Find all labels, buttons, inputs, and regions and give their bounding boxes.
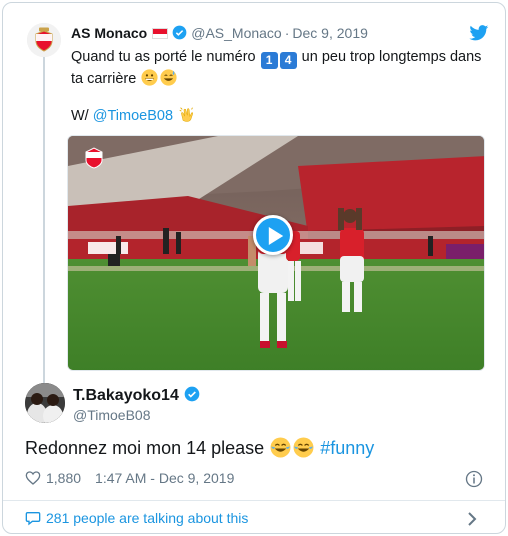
play-icon: [268, 227, 284, 245]
with-prefix: W/: [71, 108, 89, 124]
verified-badge-icon: [184, 386, 200, 402]
tweet-timestamp[interactable]: 1:47 AM - Dec 9, 2019: [95, 470, 234, 486]
parent-tweet-text: Quand tu as porté le numéro 14 un peu tr…: [71, 47, 491, 90]
tweet-text: Redonnez moi mon 14 please #funny: [25, 436, 374, 460]
tweet-author-handle[interactable]: @TimoeB08: [73, 407, 151, 423]
monaco-crest-icon: [27, 23, 61, 57]
conversation-label[interactable]: 281 people are talking about this: [46, 510, 248, 526]
thread-connector-line: [43, 55, 45, 387]
tweet-author-name[interactable]: T.Bakayoko14: [73, 386, 200, 405]
heart-icon[interactable]: [25, 470, 41, 486]
parent-author-handle[interactable]: @AS_Monaco: [191, 25, 281, 41]
twitter-bird-icon[interactable]: [469, 25, 489, 41]
hashtag-link[interactable]: #funny: [320, 438, 374, 458]
grinning-emoji-icon: [141, 69, 158, 86]
parent-text-part-1: Quand tu as porté le numéro: [71, 49, 256, 65]
footer-divider: [3, 500, 505, 501]
avatar-photo: [25, 383, 65, 423]
keycap-four-icon: 4: [279, 52, 297, 69]
sweat-smile-emoji-icon: [160, 69, 177, 86]
embedded-tweet-card: AS Monaco @AS_Monaco · Dec 9, 2019 Quand tu…: [2, 2, 506, 534]
info-icon[interactable]: [465, 470, 483, 488]
keycap-one-icon: 1: [260, 52, 278, 69]
with-mention-line: W/ @TimoeB08: [71, 106, 196, 124]
separator-dot: ·: [284, 25, 290, 41]
play-button[interactable]: [253, 215, 293, 255]
monaco-flag-icon: [152, 28, 169, 39]
chevron-right-icon[interactable]: [467, 511, 477, 527]
parent-tweet-date[interactable]: Dec 9, 2019: [292, 25, 368, 41]
monaco-avatar[interactable]: [27, 23, 61, 57]
parent-tweet-header: AS Monaco @AS_Monaco · Dec 9, 2019: [71, 25, 368, 41]
parent-author-name[interactable]: AS Monaco: [71, 25, 147, 41]
joy-emoji-icon: [270, 437, 291, 458]
author-name-text[interactable]: T.Bakayoko14: [73, 387, 179, 404]
verified-badge-icon: [172, 25, 187, 40]
conversation-link[interactable]: 281 people are talking about this: [25, 510, 248, 526]
mention-link[interactable]: @TimoeB08: [93, 108, 173, 124]
tweet-meta: 1,880 1:47 AM - Dec 9, 2019: [25, 470, 234, 486]
clapping-hands-emoji-icon: [179, 107, 194, 122]
like-count[interactable]: 1,880: [46, 470, 81, 486]
tweet-text-body: Redonnez moi mon 14 please: [25, 438, 265, 458]
user-avatar[interactable]: [25, 383, 65, 423]
speech-bubble-icon: [25, 512, 41, 526]
joy-emoji-icon: [293, 437, 314, 458]
